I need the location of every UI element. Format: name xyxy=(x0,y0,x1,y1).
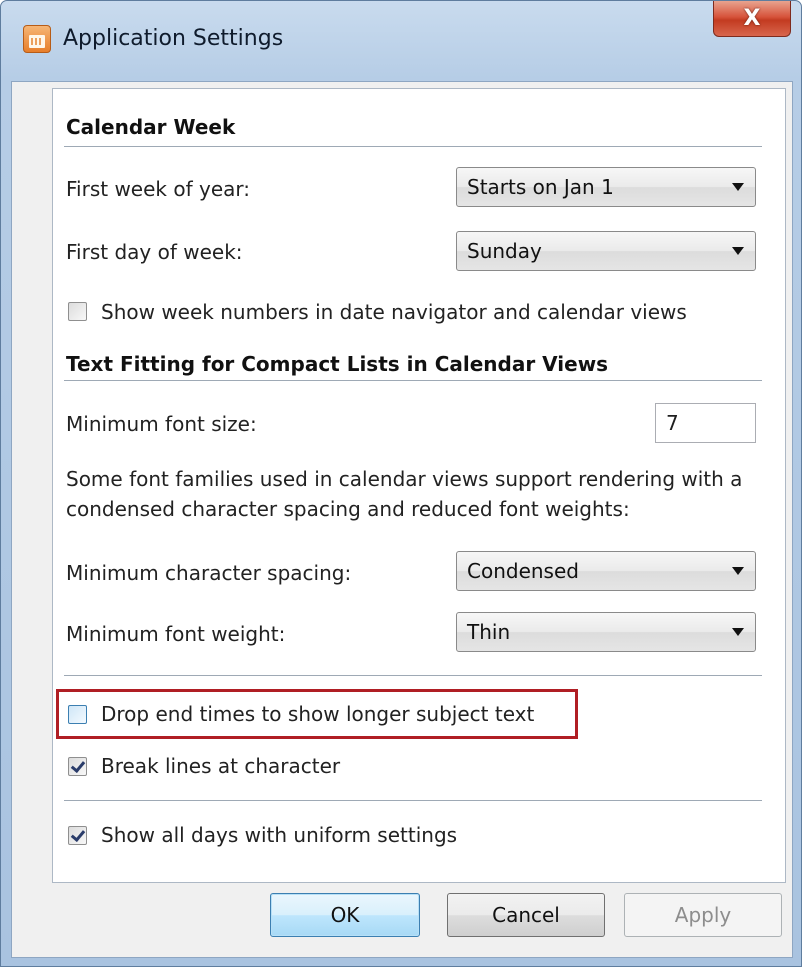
min-font-size-label: Minimum font size: xyxy=(66,412,257,436)
first-week-label: First week of year: xyxy=(66,177,250,201)
section-divider xyxy=(64,675,762,676)
min-font-size-input[interactable]: 7 xyxy=(655,403,756,443)
min-char-spacing-label: Minimum character spacing: xyxy=(66,561,352,585)
apply-button[interactable]: Apply xyxy=(624,893,782,937)
first-day-dropdown[interactable]: Sunday xyxy=(456,231,756,271)
first-day-label: First day of week: xyxy=(66,240,243,264)
section-divider xyxy=(64,380,762,381)
font-families-description: Some font families used in calendar view… xyxy=(66,467,743,521)
title-bar[interactable]: Application Settings X xyxy=(1,1,801,81)
calendar-week-header: Calendar Week xyxy=(66,115,236,139)
first-week-selected: Starts on Jan 1 xyxy=(467,175,614,199)
cancel-button[interactable]: Cancel xyxy=(447,893,605,937)
dropdown-arrow-icon xyxy=(732,628,744,636)
first-week-dropdown[interactable]: Starts on Jan 1 xyxy=(456,167,756,207)
drop-end-times-label[interactable]: Drop end times to show longer subject te… xyxy=(101,702,534,726)
text-fitting-header: Text Fitting for Compact Lists in Calend… xyxy=(66,352,609,376)
break-lines-label[interactable]: Break lines at character xyxy=(101,754,340,778)
dropdown-arrow-icon xyxy=(732,247,744,255)
week-numbers-checkbox[interactable] xyxy=(68,302,87,321)
min-font-weight-dropdown[interactable]: Thin xyxy=(456,612,756,652)
week-numbers-label[interactable]: Show week numbers in date navigator and … xyxy=(101,300,687,324)
ok-button[interactable]: OK xyxy=(270,893,420,937)
min-char-spacing-dropdown[interactable]: Condensed xyxy=(456,551,756,591)
calendar-app-icon xyxy=(23,25,51,53)
window-title: Application Settings xyxy=(63,26,284,51)
dropdown-arrow-icon xyxy=(732,567,744,575)
drop-end-times-checkbox[interactable] xyxy=(68,705,87,724)
uniform-settings-label[interactable]: Show all days with uniform settings xyxy=(101,823,457,847)
section-divider xyxy=(64,146,762,147)
section-divider xyxy=(64,800,762,801)
break-lines-checkbox[interactable] xyxy=(68,757,87,776)
min-font-weight-label: Minimum font weight: xyxy=(66,622,286,646)
first-day-selected: Sunday xyxy=(467,239,542,263)
dropdown-arrow-icon xyxy=(732,183,744,191)
close-button[interactable]: X xyxy=(713,1,791,37)
min-font-weight-selected: Thin xyxy=(467,620,511,644)
uniform-settings-checkbox[interactable] xyxy=(68,826,87,845)
min-char-spacing-selected: Condensed xyxy=(467,559,579,583)
